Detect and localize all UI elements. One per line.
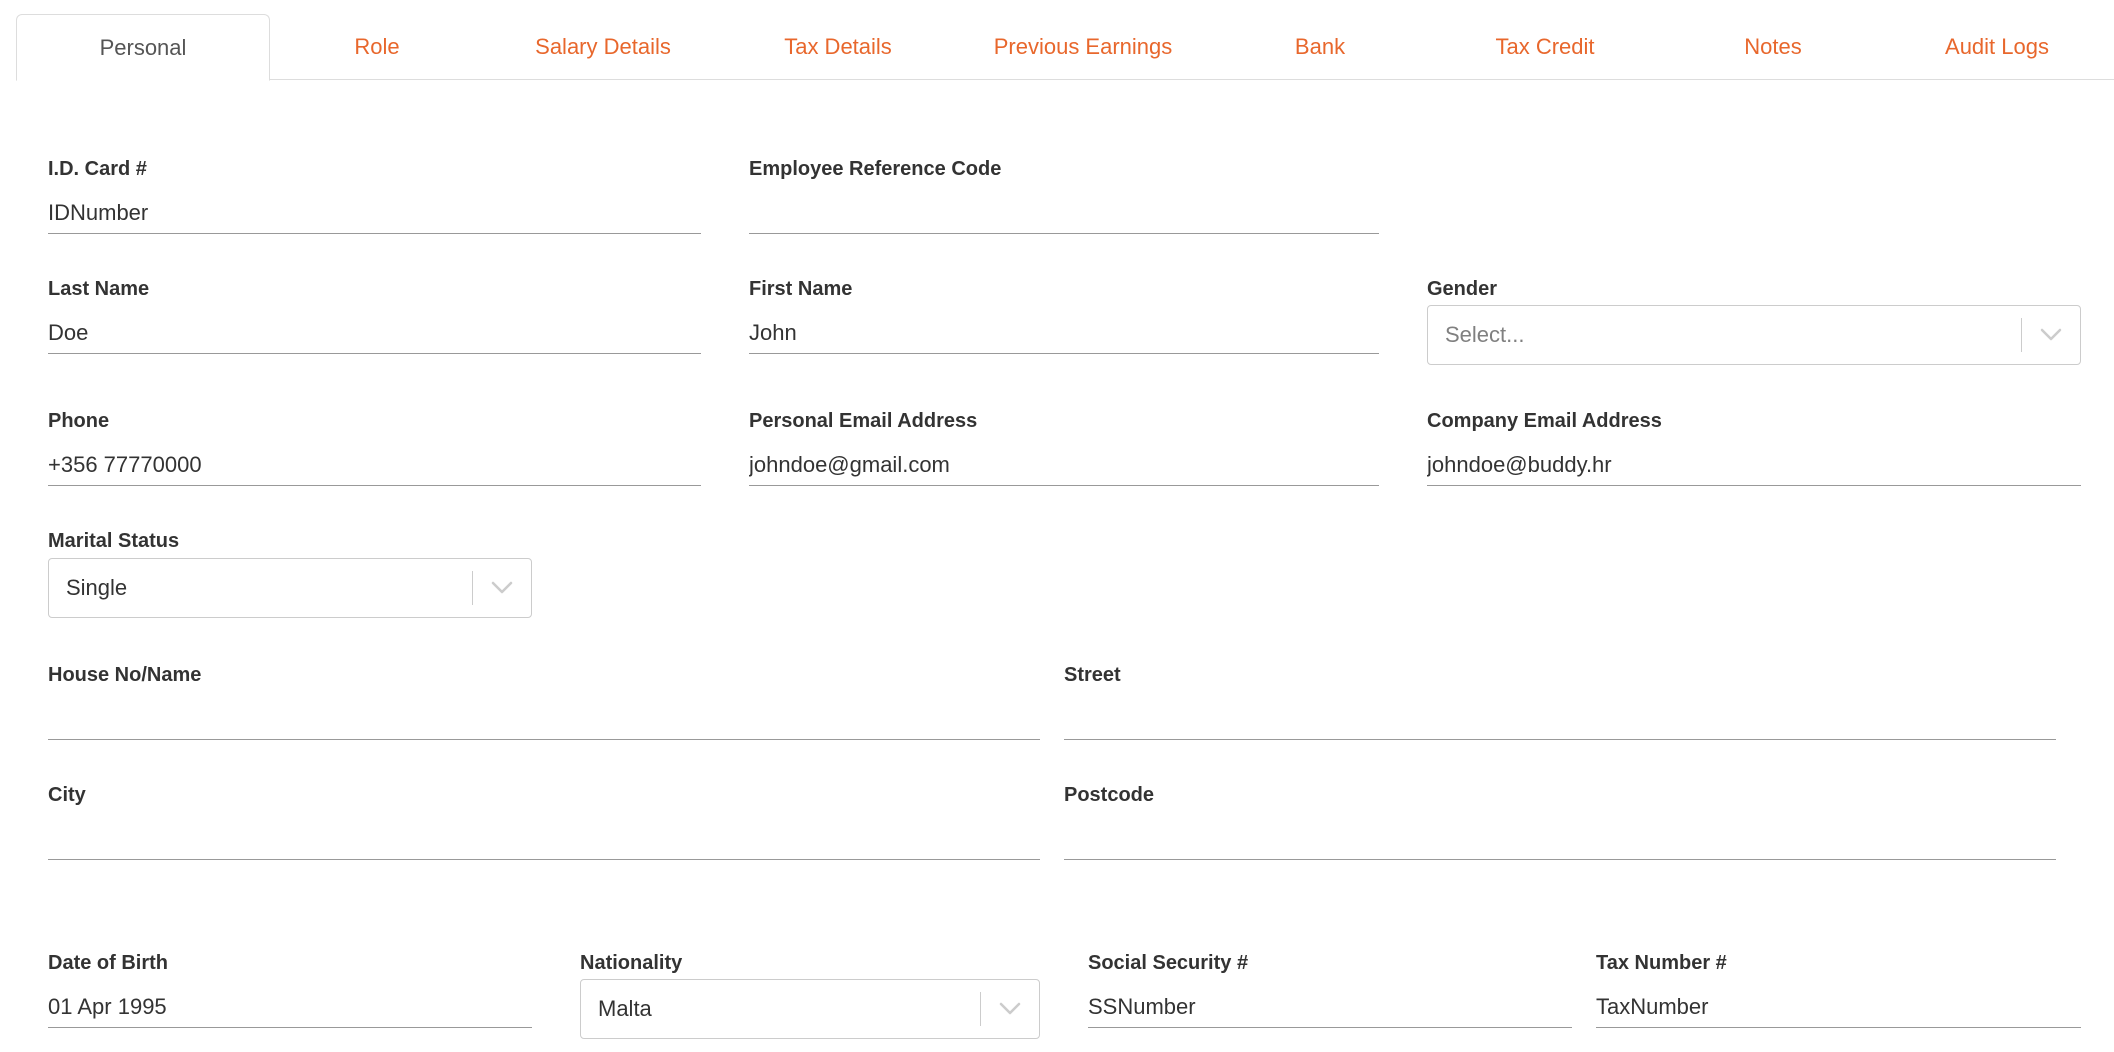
last-name-field: Last Name — [48, 278, 701, 354]
last-name-input[interactable] — [48, 308, 701, 354]
dob-field: Date of Birth — [48, 952, 532, 1028]
first-name-label: First Name — [749, 278, 853, 300]
chevron-down-icon[interactable] — [2022, 306, 2080, 364]
marital-status-value: Single — [66, 575, 128, 600]
dob-input[interactable] — [48, 982, 532, 1028]
social-security-input[interactable] — [1088, 982, 1572, 1028]
last-name-label: Last Name — [48, 278, 150, 300]
id-card-field: I.D. Card # — [48, 158, 701, 234]
nationality-field: Nationality Malta — [580, 952, 1040, 1040]
employee-reference-input[interactable] — [749, 188, 1379, 234]
street-input[interactable] — [1064, 694, 2056, 740]
tab-role[interactable]: Role — [270, 14, 484, 80]
tab-personal[interactable]: Personal — [16, 14, 270, 81]
personal-email-field: Personal Email Address — [749, 410, 1379, 486]
dob-label: Date of Birth — [48, 952, 168, 974]
street-field: Street — [1064, 664, 2056, 740]
city-label: City — [48, 784, 86, 806]
first-name-field: First Name — [749, 278, 1379, 354]
nationality-label: Nationality — [580, 952, 683, 974]
social-security-field: Social Security # — [1088, 952, 1572, 1028]
gender-placeholder: Select... — [1445, 322, 1525, 347]
employee-reference-label: Employee Reference Code — [749, 158, 1002, 180]
postcode-input[interactable] — [1064, 814, 2056, 860]
tax-number-input[interactable] — [1596, 982, 2081, 1028]
personal-email-label: Personal Email Address — [749, 410, 978, 432]
marital-status-select[interactable]: Single — [48, 558, 532, 618]
chevron-down-icon[interactable] — [981, 980, 1039, 1038]
first-name-input[interactable] — [749, 308, 1379, 354]
city-field: City — [48, 784, 1040, 860]
phone-input[interactable] — [48, 440, 701, 486]
house-field: House No/Name — [48, 664, 1040, 740]
postcode-label: Postcode — [1064, 784, 1155, 806]
phone-label: Phone — [48, 410, 110, 432]
id-card-input[interactable] — [48, 188, 701, 234]
tab-audit-logs[interactable]: Audit Logs — [1884, 14, 2110, 80]
street-label: Street — [1064, 664, 1121, 686]
id-card-label: I.D. Card # — [48, 158, 147, 180]
gender-label: Gender — [1427, 278, 1498, 300]
tab-salary-details[interactable]: Salary Details — [484, 14, 722, 80]
tab-bank[interactable]: Bank — [1212, 14, 1428, 80]
tab-notes[interactable]: Notes — [1662, 14, 1884, 80]
personal-email-input[interactable] — [749, 440, 1379, 486]
tab-tax-credit[interactable]: Tax Credit — [1428, 14, 1662, 80]
nationality-select[interactable]: Malta — [580, 979, 1040, 1039]
tax-number-field: Tax Number # — [1596, 952, 2081, 1028]
social-security-label: Social Security # — [1088, 952, 1249, 974]
phone-field: Phone — [48, 410, 701, 486]
tab-bar: Personal Role Salary Details Tax Details… — [16, 14, 2114, 81]
gender-select[interactable]: Select... — [1427, 305, 2081, 365]
house-label: House No/Name — [48, 664, 202, 686]
gender-field: Gender Select... — [1427, 278, 2081, 368]
company-email-label: Company Email Address — [1427, 410, 1662, 432]
employee-reference-field: Employee Reference Code — [749, 158, 1379, 234]
marital-status-field: Marital Status Single — [48, 530, 532, 620]
tab-previous-earnings[interactable]: Previous Earnings — [954, 14, 1212, 80]
tax-number-label: Tax Number # — [1596, 952, 1727, 974]
tab-tax-details[interactable]: Tax Details — [722, 14, 954, 80]
house-input[interactable] — [48, 694, 1040, 740]
city-input[interactable] — [48, 814, 1040, 860]
company-email-field: Company Email Address — [1427, 410, 2081, 486]
company-email-input[interactable] — [1427, 440, 2081, 486]
chevron-down-icon[interactable] — [473, 559, 531, 617]
nationality-value: Malta — [598, 996, 652, 1021]
postcode-field: Postcode — [1064, 784, 2056, 860]
marital-status-label: Marital Status — [48, 530, 180, 552]
